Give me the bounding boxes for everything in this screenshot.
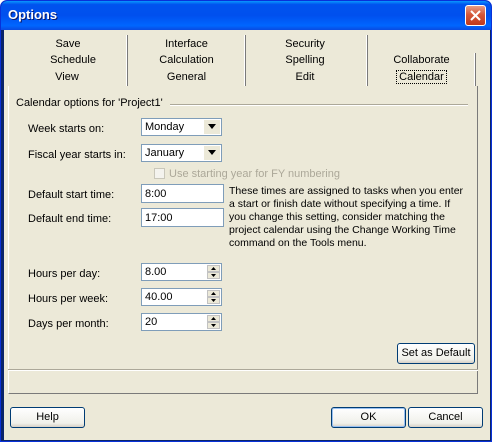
hours-per-week-decrement[interactable] [207, 297, 220, 304]
default-start-input[interactable]: 8:00 [141, 184, 224, 203]
hours-per-day-value: 8.00 [145, 266, 167, 278]
chevron-down-icon [211, 274, 216, 277]
hours-per-day-increment[interactable] [207, 265, 220, 272]
chevron-up-icon [211, 317, 216, 320]
ok-button[interactable]: OK [331, 407, 406, 428]
chevron-up-icon [211, 267, 216, 270]
default-end-value: 17:00 [145, 212, 173, 224]
tab-schedule[interactable]: Schedule [28, 53, 118, 70]
week-starts-label: Week starts on: [28, 123, 105, 135]
default-start-label: Default start time: [28, 189, 115, 201]
days-per-month-value: 20 [145, 316, 158, 328]
days-per-month-increment[interactable] [207, 315, 220, 322]
hours-per-week-value: 40.00 [145, 291, 173, 303]
title-bar[interactable]: Options [1, 1, 491, 30]
chevron-down-icon [208, 150, 216, 155]
dialog-body: Save Interface Security Schedule Calcula… [4, 30, 490, 440]
default-start-value: 8:00 [145, 188, 167, 200]
chevron-down-icon [211, 299, 216, 302]
default-end-label: Default end time: [28, 213, 112, 225]
hours-per-day-spinner[interactable]: 8.00 [141, 263, 222, 281]
days-per-month-label: Days per month: [28, 318, 109, 330]
week-starts-value: Monday [145, 121, 185, 133]
hours-per-day-label: Hours per day: [28, 268, 101, 280]
tab-collaborate[interactable]: Collaborate [369, 53, 474, 70]
tab-general[interactable]: General [129, 70, 244, 87]
tab-edit[interactable]: Edit [246, 70, 364, 87]
tab-calendar[interactable]: Calendar [369, 70, 474, 87]
hours-per-week-increment[interactable] [207, 290, 220, 297]
time-settings-note: These times are assigned to tasks when y… [229, 185, 464, 249]
calendar-options-heading: Calendar options for 'Project1' [16, 97, 163, 109]
cancel-button[interactable]: Cancel [408, 407, 483, 428]
footer-divider [8, 369, 478, 371]
chevron-up-icon [211, 292, 216, 295]
hours-per-week-label: Hours per week: [28, 293, 109, 305]
hours-per-day-decrement[interactable] [207, 272, 220, 279]
chevron-down-icon [211, 324, 216, 327]
help-button[interactable]: Help [10, 407, 85, 428]
fiscal-year-label: Fiscal year starts in: [28, 149, 126, 161]
tab-security[interactable]: Security [246, 37, 364, 54]
days-per-month-spinner[interactable]: 20 [141, 313, 222, 331]
tab-spelling[interactable]: Spelling [246, 53, 364, 70]
fy-numbering-checkbox[interactable] [154, 168, 165, 179]
chevron-down-icon [208, 124, 216, 129]
week-starts-select[interactable]: Monday [141, 118, 222, 136]
window-title: Options [8, 7, 58, 22]
fiscal-year-select[interactable]: January [141, 144, 222, 162]
tab-interface[interactable]: Interface [129, 37, 244, 54]
set-as-default-button[interactable]: Set as Default [397, 343, 475, 364]
group-divider [170, 104, 468, 106]
fiscal-year-value: January [145, 147, 185, 159]
tab-view[interactable]: View [8, 70, 126, 87]
hours-per-week-spinner[interactable]: 40.00 [141, 288, 222, 306]
tab-calculation[interactable]: Calculation [129, 53, 244, 70]
close-icon [470, 10, 481, 21]
default-end-input[interactable]: 17:00 [141, 208, 224, 227]
tab-save[interactable]: Save [28, 37, 108, 54]
fiscal-year-dropdown-button[interactable] [204, 146, 220, 160]
days-per-month-decrement[interactable] [207, 322, 220, 329]
close-button[interactable] [465, 5, 486, 26]
week-starts-dropdown-button[interactable] [204, 120, 220, 134]
fy-numbering-label: Use starting year for FY numbering [169, 168, 340, 180]
options-dialog: Options Save Interface Security Schedule… [0, 0, 492, 442]
